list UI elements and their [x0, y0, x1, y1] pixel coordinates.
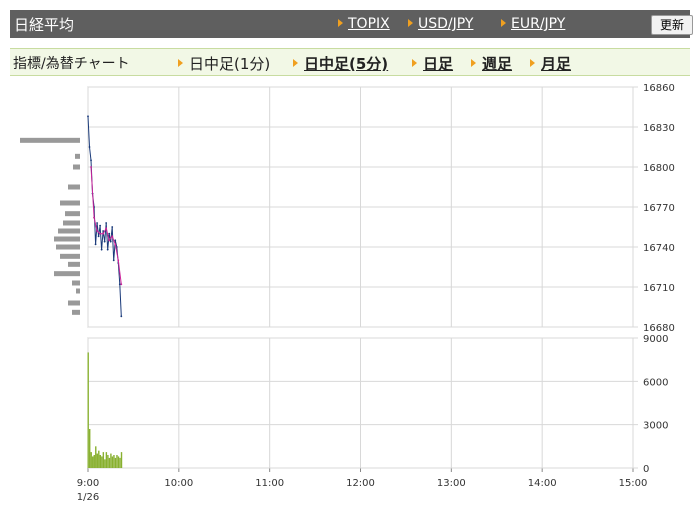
price-point [100, 248, 103, 251]
volume-y-tick-label: 9000 [643, 334, 668, 345]
volume-bar [101, 456, 103, 468]
volume-bar [90, 452, 92, 468]
price-volume-bar [65, 211, 80, 217]
price-y-tick-label: 16860 [643, 83, 675, 94]
volume-bar [87, 352, 89, 468]
moving-average-point [105, 227, 108, 230]
price-point [88, 146, 91, 148]
price-volume-bar [72, 280, 80, 286]
volume-bar [95, 446, 97, 468]
volume-y-tick-label: 6000 [643, 377, 668, 388]
price-point [106, 248, 109, 251]
price-point [120, 315, 123, 318]
volume-bar [107, 455, 109, 468]
volume-bar [105, 452, 108, 468]
price-y-tick-label: 16740 [643, 243, 675, 254]
volume-bar [92, 456, 94, 468]
x-date-label: 1/26 [77, 492, 99, 503]
volume-bar [113, 455, 115, 468]
moving-average-point [108, 239, 111, 242]
volume-bar [114, 457, 117, 468]
price-volume-bar [76, 288, 80, 294]
price-y-tick-label: 16710 [643, 283, 675, 294]
moving-average-point [114, 243, 117, 246]
price-volume-bar [68, 300, 80, 306]
x-tick-label: 13:00 [437, 478, 466, 489]
price-point [103, 240, 106, 243]
volume-bar [111, 456, 114, 468]
moving-average-point [93, 216, 95, 219]
moving-average-point [117, 259, 120, 262]
volume-bar [99, 455, 102, 468]
volume-bar [116, 455, 118, 468]
price-point [105, 222, 108, 224]
price-point [109, 240, 112, 243]
moving-average-point [90, 166, 92, 168]
volume-bar [96, 453, 98, 468]
volume-bar [102, 452, 105, 468]
price-volume-bar [56, 244, 80, 250]
moving-average-point [99, 232, 102, 235]
price-point [97, 235, 100, 238]
intraday-chart: 9:00 1/26 10:00 11:00 12:00 13:00 14:00 15:00 16… [20, 83, 675, 503]
price-point [87, 115, 89, 118]
price-point [114, 239, 117, 242]
price-y-tick-label: 16800 [643, 163, 675, 174]
x-tick-label: 14:00 [528, 478, 557, 489]
x-tick-label: 12:00 [346, 478, 375, 489]
volume-bar [120, 452, 123, 468]
price-volume-bar [54, 271, 80, 277]
price-volume-bar [20, 137, 80, 143]
price-point [99, 224, 102, 227]
volume-bar [89, 429, 91, 468]
price-volume-bar [58, 228, 80, 234]
volume-bar [110, 453, 112, 468]
price-point [90, 159, 92, 162]
price-y-tick-label: 16830 [643, 123, 675, 134]
volume-bar [98, 450, 100, 468]
price-point [94, 243, 97, 246]
price-volume-bar [73, 164, 80, 170]
x-tick-label: 10:00 [164, 478, 193, 489]
price-y-tick-label: 16770 [643, 203, 675, 214]
volume-bar [108, 457, 111, 468]
price-point [112, 259, 115, 262]
x-tick-label: 9:00 [77, 478, 99, 489]
price-y-tick-label: 16680 [643, 323, 675, 334]
price-point [111, 226, 114, 228]
price-volume-bar [60, 253, 80, 259]
volume-bar [117, 456, 120, 468]
volume-y-tick-label: 0 [643, 464, 649, 475]
x-tick-label: 15:00 [619, 478, 648, 489]
volume-y-tick-label: 3000 [643, 421, 668, 432]
price-point [108, 232, 111, 235]
volume-bar [93, 455, 95, 468]
price-volume-bar [75, 153, 80, 159]
moving-average-point [120, 283, 123, 286]
volume-bar [104, 459, 106, 468]
price-volume-bar [68, 184, 80, 190]
price-volume-bar [68, 261, 80, 267]
moving-average-point [111, 235, 114, 238]
price-volume-bar [72, 309, 80, 315]
moving-average-point [96, 230, 98, 232]
price-volume-bar [54, 236, 80, 242]
volume-bar [119, 457, 121, 468]
x-tick-label: 11:00 [255, 478, 284, 489]
moving-average-point [102, 232, 105, 235]
price-volume-bar [60, 200, 80, 206]
price-volume-bar [63, 220, 80, 226]
price-point [96, 222, 98, 224]
